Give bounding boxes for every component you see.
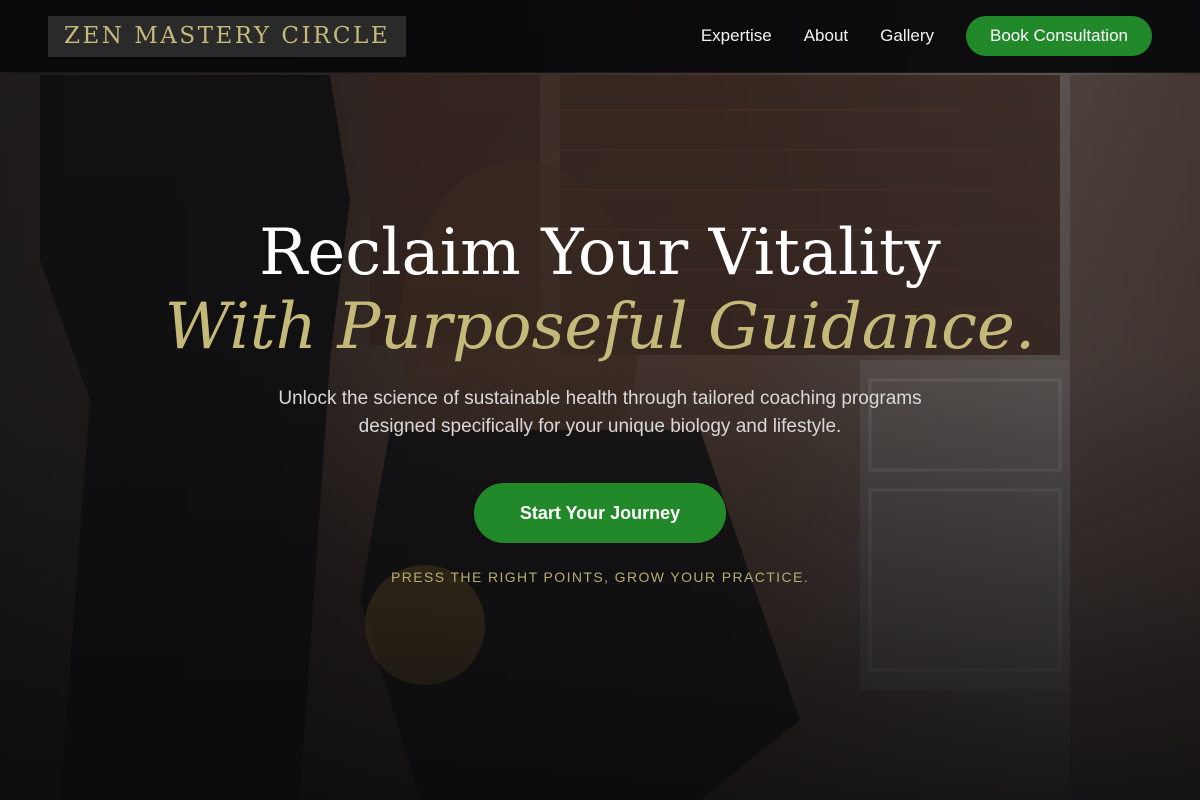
hero-section: Reclaim Your Vitality With Purposeful Gu…: [0, 215, 1200, 585]
nav-link-expertise[interactable]: Expertise: [701, 26, 772, 46]
start-journey-button[interactable]: Start Your Journey: [474, 483, 726, 543]
hero-subtitle: Unlock the science of sustainable health…: [278, 388, 922, 437]
nav-link-gallery[interactable]: Gallery: [880, 26, 934, 46]
hero-title-accent: With Purposeful Guidance.: [164, 290, 1036, 364]
site-header: ZEN MASTERY CIRCLE Expertise About Galle…: [0, 0, 1200, 73]
hero-tagline: PRESS THE RIGHT POINTS, GROW YOUR PRACTI…: [390, 569, 810, 585]
main-nav: Expertise About Gallery Book Consultatio…: [701, 16, 1152, 56]
brand-logo[interactable]: ZEN MASTERY CIRCLE: [48, 15, 407, 57]
book-consultation-button[interactable]: Book Consultation: [966, 16, 1152, 56]
landing-page: ZEN MASTERY CIRCLE Expertise About Galle…: [0, 0, 1200, 800]
nav-link-about[interactable]: About: [804, 26, 848, 46]
hero-title: Reclaim Your Vitality: [259, 216, 941, 290]
